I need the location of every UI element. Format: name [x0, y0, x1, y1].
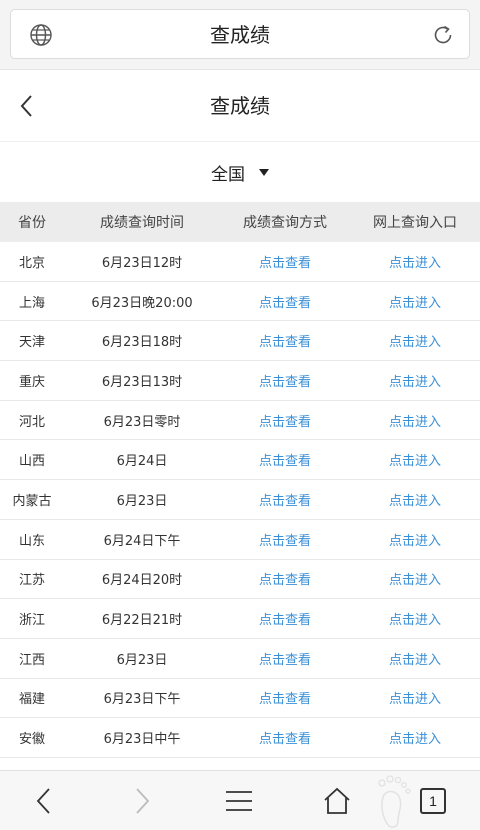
page-title: 查成绩 [210, 94, 270, 118]
online-entry-link[interactable]: 点击进入 [350, 728, 480, 747]
view-method-link[interactable]: 点击查看 [220, 490, 350, 509]
table-row: 天津 6月23日18时 点击查看 点击进入 [0, 321, 480, 362]
page-header: 查成绩 [0, 70, 480, 142]
province-cell: 内蒙古 [12, 493, 52, 509]
province-cell: 安徽 [18, 732, 45, 748]
score-table: 省份 成绩查询时间 成绩查询方式 网上查询入口 北京 6月23日12时 点击查看 点击… [0, 202, 480, 758]
view-method-link[interactable]: 点击查看 [220, 688, 350, 707]
address-title: 查成绩 [210, 23, 270, 47]
query-time-cell: 6月23日 [116, 493, 168, 509]
online-entry-link[interactable]: 点击进入 [350, 292, 480, 311]
column-header-province: 省份 [18, 215, 46, 231]
province-cell: 山东 [18, 533, 45, 549]
view-method-link[interactable]: 点击查看 [220, 331, 350, 350]
column-header-method: 成绩查询方式 [243, 215, 327, 231]
online-entry-link[interactable]: 点击进入 [350, 490, 480, 509]
province-cell: 江西 [18, 652, 45, 668]
region-label: 全国 [211, 164, 245, 185]
forward-icon[interactable] [126, 785, 158, 817]
footprint-watermark-icon [378, 775, 411, 828]
query-time-cell: 6月23日13时 [101, 374, 183, 390]
back-icon[interactable] [28, 785, 60, 817]
view-method-link[interactable]: 点击查看 [220, 569, 350, 588]
tabs-icon[interactable]: 1 [420, 788, 446, 814]
table-row: 山东 6月24日下午 点击查看 点击进入 [0, 520, 480, 560]
table-row: 福建 6月23日下午 点击查看 点击进入 [0, 679, 480, 719]
home-icon[interactable] [321, 785, 353, 817]
province-cell: 浙江 [18, 613, 45, 629]
table-row: 安徽 6月23日中午 点击查看 点击进入 [0, 718, 480, 758]
query-time-cell: 6月23日零时 [103, 414, 181, 430]
province-cell: 北京 [18, 255, 45, 271]
query-time-cell: 6月23日18时 [101, 335, 183, 351]
query-time-cell: 6月23日晚20:00 [91, 295, 193, 311]
query-time-cell: 6月24日 [116, 454, 168, 470]
region-dropdown[interactable]: 全国 [211, 142, 269, 202]
online-entry-link[interactable]: 点击进入 [350, 450, 480, 469]
bottom-toolbar: 1 [0, 770, 480, 830]
reload-icon[interactable] [431, 23, 455, 47]
table-row: 浙江 6月22日21时 点击查看 点击进入 [0, 599, 480, 639]
caret-down-icon [259, 168, 269, 176]
column-header-entry: 网上查询入口 [373, 215, 457, 231]
province-cell: 福建 [18, 692, 45, 708]
column-header-time: 成绩查询时间 [100, 215, 184, 231]
table-body: 北京 6月23日12时 点击查看 点击进入 上海 6月23日晚20:00 点击查看 点击进入天… [0, 242, 480, 758]
table-row: 北京 6月23日12时 点击查看 点击进入 [0, 242, 480, 282]
view-method-link[interactable]: 点击查看 [220, 371, 350, 390]
table-header: 省份 成绩查询时间 成绩查询方式 网上查询入口 [0, 202, 480, 242]
province-cell: 山西 [18, 454, 45, 470]
view-method-link[interactable]: 点击查看 [220, 292, 350, 311]
table-row: 山西 6月24日 点击查看 点击进入 [0, 440, 480, 481]
region-selector: 全国 [0, 142, 480, 202]
online-entry-link[interactable]: 点击进入 [350, 371, 480, 390]
online-entry-link[interactable]: 点击进入 [350, 252, 480, 271]
view-method-link[interactable]: 点击查看 [220, 609, 350, 628]
view-method-link[interactable]: 点击查看 [220, 649, 350, 668]
province-cell: 河北 [18, 414, 45, 430]
table-row: 上海 6月23日晚20:00 点击查看 点击进入 [0, 282, 480, 322]
view-method-link[interactable]: 点击查看 [220, 411, 350, 430]
table-row: 江西 6月23日 点击查看 点击进入 [0, 639, 480, 679]
address-bar[interactable]: 查成绩 [10, 9, 470, 59]
query-time-cell: 6月24日下午 [103, 533, 181, 549]
online-entry-link[interactable]: 点击进入 [350, 688, 480, 707]
online-entry-link[interactable]: 点击进入 [350, 530, 480, 549]
view-method-link[interactable]: 点击查看 [220, 530, 350, 549]
province-cell: 天津 [18, 335, 45, 351]
online-entry-link[interactable]: 点击进入 [350, 331, 480, 350]
query-time-cell: 6月23日 [116, 652, 168, 668]
online-entry-link[interactable]: 点击进入 [350, 411, 480, 430]
table-row: 江苏 6月24日20时 点击查看 点击进入 [0, 560, 480, 600]
province-cell: 江苏 [18, 573, 45, 589]
online-entry-link[interactable]: 点击进入 [350, 569, 480, 588]
menu-icon[interactable] [223, 785, 255, 817]
province-cell: 重庆 [18, 374, 45, 390]
query-time-cell: 6月24日20时 [101, 573, 183, 589]
online-entry-link[interactable]: 点击进入 [350, 609, 480, 628]
browser-address-area: 查成绩 [0, 0, 480, 70]
query-time-cell: 6月22日21时 [101, 613, 183, 629]
query-time-cell: 6月23日12时 [101, 255, 183, 271]
view-method-link[interactable]: 点击查看 [220, 450, 350, 469]
query-time-cell: 6月23日下午 [103, 692, 181, 708]
table-row: 内蒙古 6月23日 点击查看 点击进入 [0, 480, 480, 520]
query-time-cell: 6月23日中午 [103, 732, 181, 748]
online-entry-link[interactable]: 点击进入 [350, 649, 480, 668]
table-row: 河北 6月23日零时 点击查看 点击进入 [0, 401, 480, 441]
table-row: 重庆 6月23日13时 点击查看 点击进入 [0, 361, 480, 401]
view-method-link[interactable]: 点击查看 [220, 728, 350, 747]
view-method-link[interactable]: 点击查看 [220, 252, 350, 271]
province-cell: 上海 [18, 295, 45, 311]
